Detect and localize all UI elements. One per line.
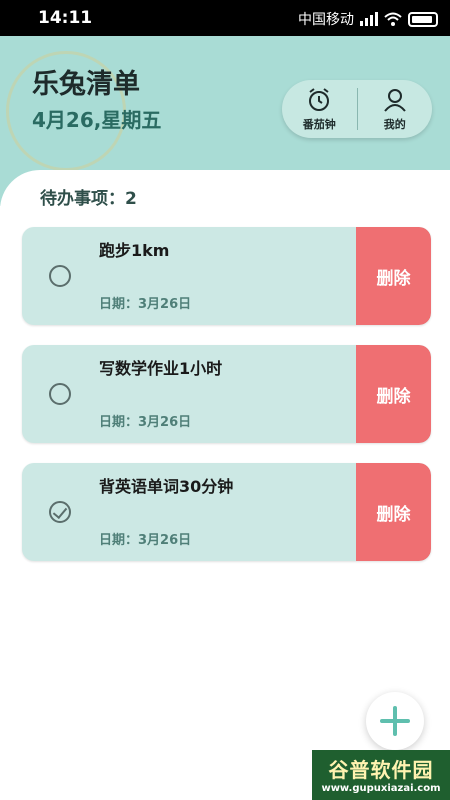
delete-button[interactable]: 删除 <box>356 227 431 325</box>
task-card[interactable]: 写数学作业1小时 日期：3月26日 删除 <box>22 345 431 443</box>
wifi-icon <box>384 12 402 26</box>
site-watermark: 谷普软件园 www.gupuxiazai.com <box>312 750 450 800</box>
battery-icon <box>408 11 438 27</box>
alarm-clock-icon <box>309 87 330 111</box>
profile-button[interactable]: 我的 <box>358 80 433 138</box>
task-date: 日期：3月26日 <box>99 415 192 430</box>
header-actions: 番茄钟 我的 <box>282 80 432 138</box>
delete-button[interactable]: 删除 <box>356 345 431 443</box>
task-name: 背英语单词30分钟 <box>99 477 234 496</box>
carrier-label: 中国移动 <box>298 12 354 28</box>
todo-count: 待办事项：2 <box>40 189 137 209</box>
task-name: 跑步1km <box>99 241 170 260</box>
user-icon <box>383 88 406 112</box>
task-checkbox[interactable] <box>49 383 71 405</box>
watermark-title: 谷普软件园 <box>328 758 434 782</box>
pomodoro-label: 番茄钟 <box>302 117 336 131</box>
task-card[interactable]: 背英语单词30分钟 日期：3月26日 删除 <box>22 463 431 561</box>
status-bar: 14:11 中国移动 <box>0 0 450 36</box>
task-date: 日期：3月26日 <box>99 297 192 312</box>
profile-label: 我的 <box>383 117 406 131</box>
task-checkbox-checked[interactable] <box>49 501 71 523</box>
pomodoro-button[interactable]: 番茄钟 <box>282 80 357 138</box>
task-checkbox[interactable] <box>49 265 71 287</box>
task-date: 日期：3月26日 <box>99 533 192 548</box>
status-right: 中国移动 <box>298 9 438 29</box>
watermark-url: www.gupuxiazai.com <box>321 783 441 794</box>
signal-icon <box>360 12 378 26</box>
task-name: 写数学作业1小时 <box>99 359 223 378</box>
current-date: 4月26,星期五 <box>32 108 162 132</box>
app-title: 乐兔清单 <box>32 69 140 100</box>
status-time: 14:11 <box>38 8 93 28</box>
add-task-button[interactable] <box>366 692 424 750</box>
task-card[interactable]: 跑步1km 日期：3月26日 删除 <box>22 227 431 325</box>
delete-button[interactable]: 删除 <box>356 463 431 561</box>
